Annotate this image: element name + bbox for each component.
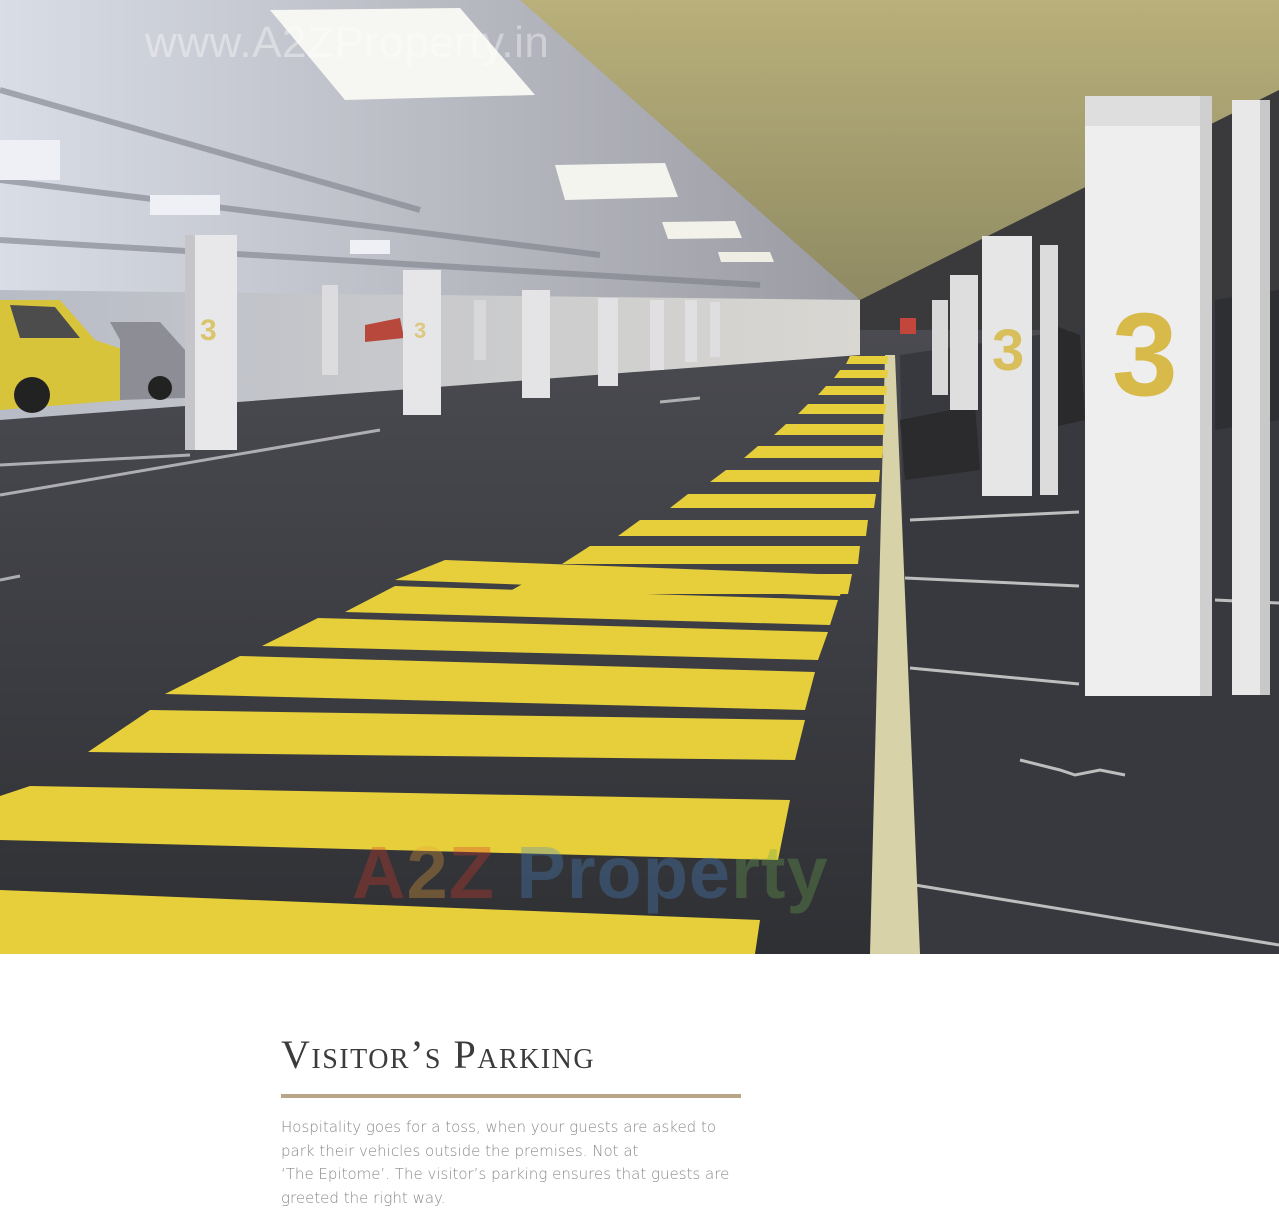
parking-photo: 3 3 3 3 www.A2ZProperty.in A2Z Property [0, 0, 1279, 954]
watermark-logo: A2Z Property [352, 831, 829, 914]
description-line: greeted the right way. [281, 1188, 446, 1207]
svg-text:3: 3 [414, 318, 426, 343]
description-line: ‘The Epitome’. The visitor’s parking ens… [281, 1165, 730, 1183]
pillar-number-3: 3 [1112, 289, 1178, 421]
section-title: Visitor’s Parking [281, 1032, 596, 1077]
visitor-parking-section: Visitor’s Parking Hospitality goes for a… [281, 1030, 751, 1225]
section-description: Hospitality goes for a toss, when your g… [281, 1116, 751, 1210]
title-underline [281, 1094, 741, 1098]
svg-text:3: 3 [200, 314, 217, 347]
parking-scene: 3 3 3 3 [0, 0, 1279, 954]
description-line: park their vehicles outside the premises… [281, 1141, 639, 1160]
svg-text:3: 3 [992, 318, 1024, 383]
watermark-url: www.A2ZProperty.in [145, 18, 550, 67]
description-line: Hospitality goes for a toss, when your g… [281, 1118, 717, 1136]
